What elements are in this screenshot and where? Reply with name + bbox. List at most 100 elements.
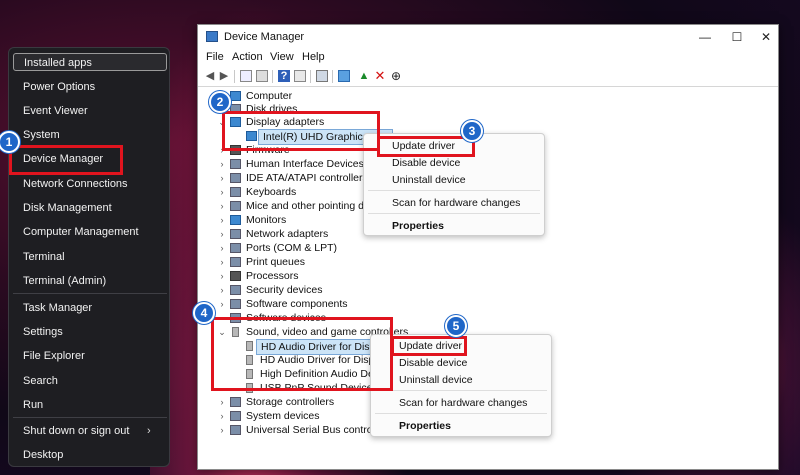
- chevron-right-icon: ›: [220, 397, 224, 407]
- highlight-device-manager: [9, 145, 123, 175]
- menu-item-system[interactable]: System: [23, 126, 60, 144]
- step-badge-2: 2: [209, 91, 231, 113]
- ctx-properties[interactable]: Properties: [392, 220, 444, 232]
- title-bar: Device Manager — ☐ ✕: [198, 25, 778, 49]
- menu-action[interactable]: Action: [232, 51, 263, 63]
- tree-label: Network adapters: [246, 228, 329, 240]
- tree-label: IDE ATA/ATAPI controllers: [246, 172, 368, 184]
- menu-bar: File Action View Help: [198, 49, 778, 67]
- menu-item-settings[interactable]: Settings: [23, 323, 63, 341]
- chevron-right-icon: ›: [220, 271, 224, 281]
- chevron-right-icon: ›: [220, 243, 224, 253]
- ide-icon: [230, 173, 241, 183]
- ctx-disable-device[interactable]: Disable device: [392, 157, 460, 169]
- chevron-right-icon: ›: [147, 425, 151, 437]
- menu-item-search[interactable]: Search: [23, 372, 58, 390]
- chevron-right-icon: ›: [220, 187, 224, 197]
- network-adapter-icon: [230, 229, 241, 239]
- highlight-sound-controllers: [211, 317, 393, 391]
- keyboard-icon: [230, 187, 241, 197]
- device-manager-icon: [206, 31, 218, 42]
- tree-label: Human Interface Devices: [246, 158, 364, 170]
- ctx-properties[interactable]: Properties: [399, 420, 451, 432]
- printer-icon: [230, 257, 241, 267]
- ctx-uninstall-device[interactable]: Uninstall device: [392, 174, 466, 186]
- list-view-icon[interactable]: [256, 70, 268, 82]
- toolbar-separator: [310, 70, 311, 83]
- minimize-button[interactable]: —: [690, 27, 720, 47]
- hid-icon: [230, 159, 241, 169]
- tree-label: Security devices: [246, 284, 323, 296]
- ctx-disable-device[interactable]: Disable device: [399, 357, 467, 369]
- monitor-icon[interactable]: [338, 70, 350, 82]
- highlight-update-driver-2: [391, 336, 467, 356]
- update-driver-icon[interactable]: ▲: [358, 70, 370, 82]
- ctx-scan-hardware[interactable]: Scan for hardware changes: [392, 197, 520, 209]
- chevron-right-icon: ›: [220, 215, 224, 225]
- menu-item-event-viewer[interactable]: Event Viewer: [23, 102, 88, 120]
- chevron-right-icon: ›: [220, 299, 224, 309]
- help-icon[interactable]: ?: [278, 70, 290, 82]
- chevron-right-icon: ›: [220, 201, 224, 211]
- menu-item-computer-management[interactable]: Computer Management: [23, 223, 139, 241]
- menu-file[interactable]: File: [206, 51, 224, 63]
- shut-down-label: Shut down or sign out: [23, 425, 130, 437]
- step-badge-3: 3: [461, 120, 483, 142]
- tree-label: Software components: [246, 298, 348, 310]
- toolbar-separator: [234, 70, 235, 83]
- menu-item-terminal-admin[interactable]: Terminal (Admin): [23, 272, 106, 290]
- ctx-separator: [375, 413, 547, 414]
- ctx-separator: [375, 390, 547, 391]
- system-device-icon: [230, 411, 241, 421]
- chevron-right-icon: ›: [220, 159, 224, 169]
- menu-item-installed-apps[interactable]: Installed apps: [13, 53, 167, 71]
- details-icon[interactable]: [294, 70, 306, 82]
- uninstall-x-icon[interactable]: ✕: [374, 69, 386, 82]
- menu-item-terminal[interactable]: Terminal: [23, 248, 65, 266]
- chevron-right-icon: ›: [220, 411, 224, 421]
- toolbar: ◀ ▶ ? ▲ ✕ ⊕: [198, 67, 778, 87]
- toolbar-separator: [272, 70, 273, 83]
- highlight-update-driver-1: [377, 136, 475, 157]
- menu-item-file-explorer[interactable]: File Explorer: [23, 347, 85, 365]
- menu-item-desktop[interactable]: Desktop: [23, 446, 63, 464]
- toolbar-separator: [332, 70, 333, 83]
- forward-arrow-icon[interactable]: ▶: [218, 70, 230, 82]
- tree-label: Keyboards: [246, 186, 297, 198]
- tree-label: Ports (COM & LPT): [246, 242, 338, 254]
- close-button[interactable]: ✕: [751, 27, 781, 47]
- chevron-right-icon: ›: [220, 257, 224, 267]
- window-title: Device Manager: [224, 31, 305, 43]
- security-device-icon: [230, 285, 241, 295]
- tree-label: Print queues: [246, 256, 305, 268]
- chevron-right-icon: ›: [220, 229, 224, 239]
- maximize-button[interactable]: ☐: [722, 27, 752, 47]
- ctx-scan-hardware[interactable]: Scan for hardware changes: [399, 397, 527, 409]
- tree-label: System devices: [246, 410, 320, 422]
- menu-item-task-manager[interactable]: Task Manager: [23, 299, 92, 317]
- tree-label: Processors: [246, 270, 299, 282]
- menu-item-network-connections[interactable]: Network Connections: [23, 175, 128, 193]
- tree-label: Computer: [246, 90, 293, 102]
- software-component-icon: [230, 299, 241, 309]
- menu-item-run[interactable]: Run: [23, 396, 43, 414]
- menu-view[interactable]: View: [270, 51, 294, 63]
- menu-help[interactable]: Help: [302, 51, 325, 63]
- tree-label: Monitors: [246, 214, 287, 226]
- properties-grid-icon[interactable]: [240, 70, 252, 82]
- monitor-icon: [230, 215, 241, 225]
- ctx-uninstall-device[interactable]: Uninstall device: [399, 374, 473, 386]
- mouse-icon: [230, 201, 241, 211]
- menu-separator: [13, 293, 167, 294]
- quick-link-menu: Installed apps Power Options Event Viewe…: [8, 47, 170, 467]
- computer-icon: [230, 91, 241, 101]
- port-icon: [230, 243, 241, 253]
- scan-hardware-icon[interactable]: [316, 70, 328, 82]
- menu-item-disk-management[interactable]: Disk Management: [23, 199, 112, 217]
- menu-item-shut-down[interactable]: Shut down or sign out: [23, 422, 159, 440]
- back-arrow-icon[interactable]: ◀: [204, 70, 216, 82]
- ctx-separator: [368, 213, 540, 214]
- menu-item-power-options[interactable]: Power Options: [23, 78, 95, 96]
- chevron-right-icon: ›: [220, 173, 224, 183]
- download-icon[interactable]: ⊕: [390, 70, 402, 82]
